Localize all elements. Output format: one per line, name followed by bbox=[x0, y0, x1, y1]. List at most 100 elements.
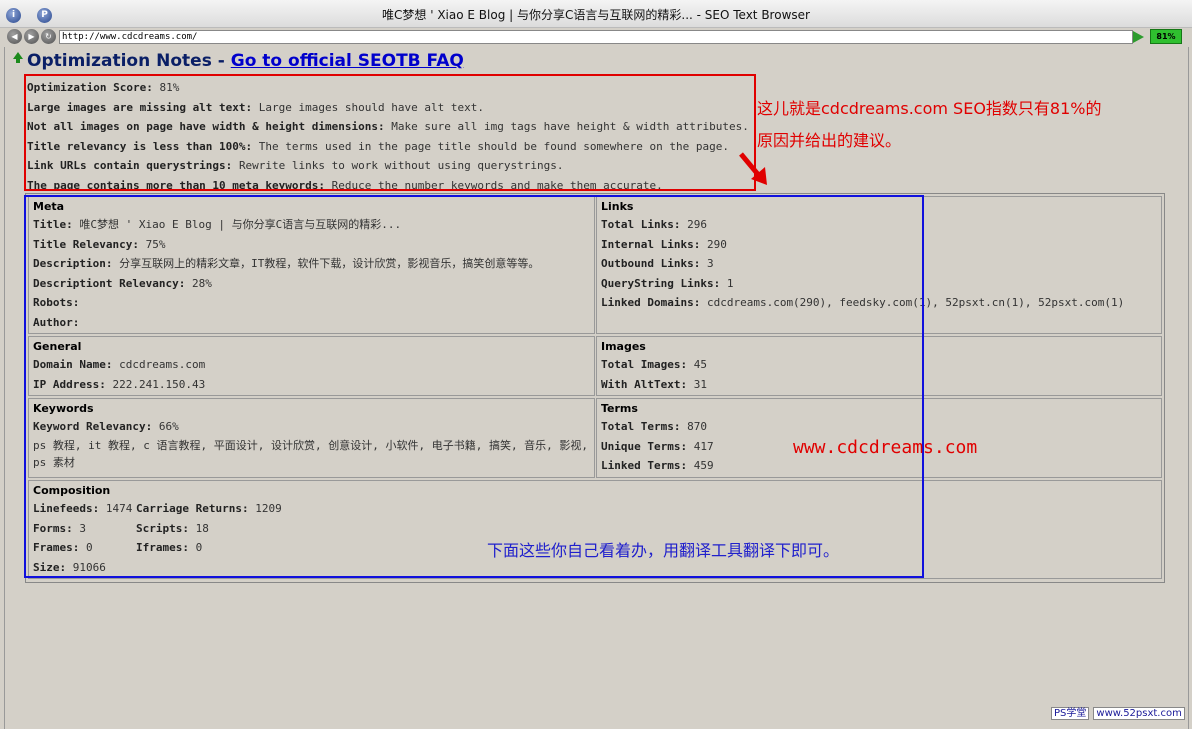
stat-label: Keyword Relevancy: bbox=[33, 420, 153, 433]
note-value: Rewrite links to work without using quer… bbox=[238, 159, 564, 173]
stat-value: 870 bbox=[687, 420, 707, 433]
stat-label: Total Terms: bbox=[601, 420, 681, 433]
blue-annotation: 下面这些你自己看着办，用翻译工具翻译下即可。 bbox=[487, 541, 840, 560]
page-title-text: Optimization Notes bbox=[27, 51, 212, 71]
composition-section: Composition Linefeeds: 1474 Carriage Ret… bbox=[28, 480, 1162, 579]
stat-label: Descriptiont Relevancy: bbox=[33, 276, 186, 290]
stat-row: Outbound Links: 3 bbox=[601, 254, 1157, 274]
note-label: Large images are missing alt text: bbox=[27, 100, 253, 114]
stat-value: 分享互联网上的精彩文章，IT教程，软件下载，设计欣赏，影视音乐，搞笑创意等等。 bbox=[119, 257, 540, 270]
stat-cell: Iframes: 0 bbox=[136, 538, 296, 558]
stat-label: With AltText: bbox=[601, 377, 688, 391]
stat-row: Description: 分享互联网上的精彩文章，IT教程，软件下载，设计欣赏，… bbox=[33, 254, 590, 274]
title-separator: - bbox=[211, 51, 231, 71]
stat-label: Total Images: bbox=[601, 358, 688, 371]
stat-value: 45 bbox=[693, 358, 707, 371]
note-label: Optimization Score: bbox=[27, 81, 153, 94]
stat-row: Total Links: 296 bbox=[601, 215, 1157, 235]
stat-label: Linked Domains: bbox=[601, 296, 701, 309]
refresh-icon[interactable]: ↻ bbox=[41, 29, 56, 44]
red-arrow-icon bbox=[739, 152, 767, 185]
keyword-list: ps 教程, it 教程, c 语言教程, 平面设计, 设计欣赏, 创意设计, … bbox=[33, 438, 589, 469]
stat-value: 3 bbox=[79, 521, 86, 535]
stat-value: 31 bbox=[693, 377, 707, 391]
stat-value: 28% bbox=[191, 276, 212, 290]
stat-row: With AltText: 31 bbox=[601, 375, 1157, 395]
page-title: Optimization Notes - Go to official SEOT… bbox=[27, 51, 464, 71]
stat-label: QueryString Links: bbox=[601, 276, 721, 290]
stat-row: Domain Name: cdcdreams.com bbox=[33, 355, 590, 375]
stat-row: Linked Terms: 459 bbox=[601, 456, 1157, 476]
note-value: The terms used in the page title should … bbox=[258, 139, 729, 153]
stat-row: Internal Links: 290 bbox=[601, 235, 1157, 255]
watermark-left: PS学堂 bbox=[1051, 707, 1090, 720]
links-section: Links Total Links: 296 Internal Links: 2… bbox=[596, 196, 1162, 334]
stat-cell: Forms: 3 bbox=[33, 519, 136, 539]
section-title: Keywords bbox=[33, 402, 94, 415]
section-title: Terms bbox=[601, 402, 638, 415]
stat-value: 0 bbox=[195, 541, 203, 554]
stat-label: Title: bbox=[33, 218, 73, 231]
back-icon[interactable]: ◀ bbox=[7, 29, 22, 44]
go-icon[interactable] bbox=[1133, 31, 1144, 43]
stat-value: cdcdreams.com bbox=[119, 358, 206, 371]
stat-value: 417 bbox=[693, 439, 714, 453]
stat-label: Outbound Links: bbox=[601, 257, 701, 270]
stat-value: cdcdreams.com(290), feedsky.com(1), 52ps… bbox=[706, 296, 1125, 309]
stat-label: Internal Links: bbox=[601, 237, 701, 251]
stat-label: Linked Terms: bbox=[601, 459, 688, 472]
stat-label: Scripts: bbox=[136, 521, 189, 535]
stat-label: Size: bbox=[33, 560, 67, 574]
stat-value: 0 bbox=[85, 541, 93, 554]
general-section: General Domain Name: cdcdreams.com IP Ad… bbox=[28, 336, 595, 396]
stat-label: Linefeeds: bbox=[33, 502, 100, 515]
address-bar: ◀ ▶ ↻ 81% bbox=[0, 28, 1192, 46]
faq-link[interactable]: Go to official SEOTB FAQ bbox=[231, 51, 464, 71]
arrow-up-icon[interactable] bbox=[13, 52, 23, 63]
stat-row: Author: bbox=[33, 313, 590, 333]
stat-label: Carriage Returns: bbox=[136, 502, 249, 515]
stat-label: Forms: bbox=[33, 521, 73, 535]
stat-label: IP Address: bbox=[33, 377, 106, 391]
note-label: Title relevancy is less than 100%: bbox=[27, 139, 253, 153]
forward-icon[interactable]: ▶ bbox=[24, 29, 39, 44]
stat-row: Title: 唯C梦想 ' Xiao E Blog | 与你分享C语言与互联网的… bbox=[33, 215, 590, 235]
note-label: The page contains more than 10 meta keyw… bbox=[27, 178, 326, 192]
meta-section: Meta Title: 唯C梦想 ' Xiao E Blog | 与你分享C语言… bbox=[28, 196, 595, 334]
note-row: Optimization Score: 81% bbox=[27, 78, 757, 98]
stat-cell: Linefeeds: 1474 bbox=[33, 499, 136, 519]
stat-label: Frames: bbox=[33, 541, 80, 554]
url-input[interactable] bbox=[59, 30, 1133, 44]
stat-value: 459 bbox=[693, 459, 714, 472]
stat-row: IP Address: 222.241.150.43 bbox=[33, 375, 590, 395]
stat-cell: Size: 91066 bbox=[33, 558, 136, 578]
stat-label: Iframes: bbox=[136, 541, 189, 554]
watermark: PS学堂 www.52psxt.com bbox=[1051, 704, 1185, 720]
stat-row: Robots: bbox=[33, 293, 590, 313]
stat-value: 75% bbox=[145, 237, 166, 251]
stat-cell: Carriage Returns: 1209 bbox=[136, 499, 296, 519]
note-row: Title relevancy is less than 100%: The t… bbox=[27, 137, 757, 157]
keywords-section: Keywords Keyword Relevancy: 66% ps 教程, i… bbox=[28, 398, 595, 478]
note-label: Link URLs contain querystrings: bbox=[27, 159, 233, 173]
section-title: Images bbox=[601, 340, 646, 353]
note-row: Not all images on page have width & heig… bbox=[27, 117, 757, 137]
stat-value: 290 bbox=[706, 237, 727, 251]
page-content: Optimization Notes - Go to official SEOT… bbox=[4, 47, 1189, 729]
note-row: Large images are missing alt text: Large… bbox=[27, 98, 757, 118]
stat-cell: Frames: 0 bbox=[33, 538, 136, 558]
red-annotation-line2: 原因并给出的建议。 bbox=[757, 131, 902, 150]
stat-row: Total Images: 45 bbox=[601, 355, 1157, 375]
stat-value: 1 bbox=[726, 276, 734, 290]
watermark-right: www.52psxt.com bbox=[1093, 707, 1185, 720]
stat-row: Descriptiont Relevancy: 28% bbox=[33, 274, 590, 294]
stat-label: Total Links: bbox=[601, 218, 681, 231]
note-value: Make sure all img tags have height & wid… bbox=[391, 120, 749, 134]
url-annotation: www.cdcdreams.com bbox=[793, 437, 978, 458]
note-value: Large images should have alt text. bbox=[258, 100, 484, 114]
stat-row: Keyword Relevancy: 66% bbox=[33, 417, 590, 437]
stat-label: Title Relevancy: bbox=[33, 237, 139, 251]
note-value: 81% bbox=[159, 81, 180, 94]
seo-score-badge: 81% bbox=[1150, 29, 1182, 44]
section-title: Meta bbox=[33, 200, 65, 213]
